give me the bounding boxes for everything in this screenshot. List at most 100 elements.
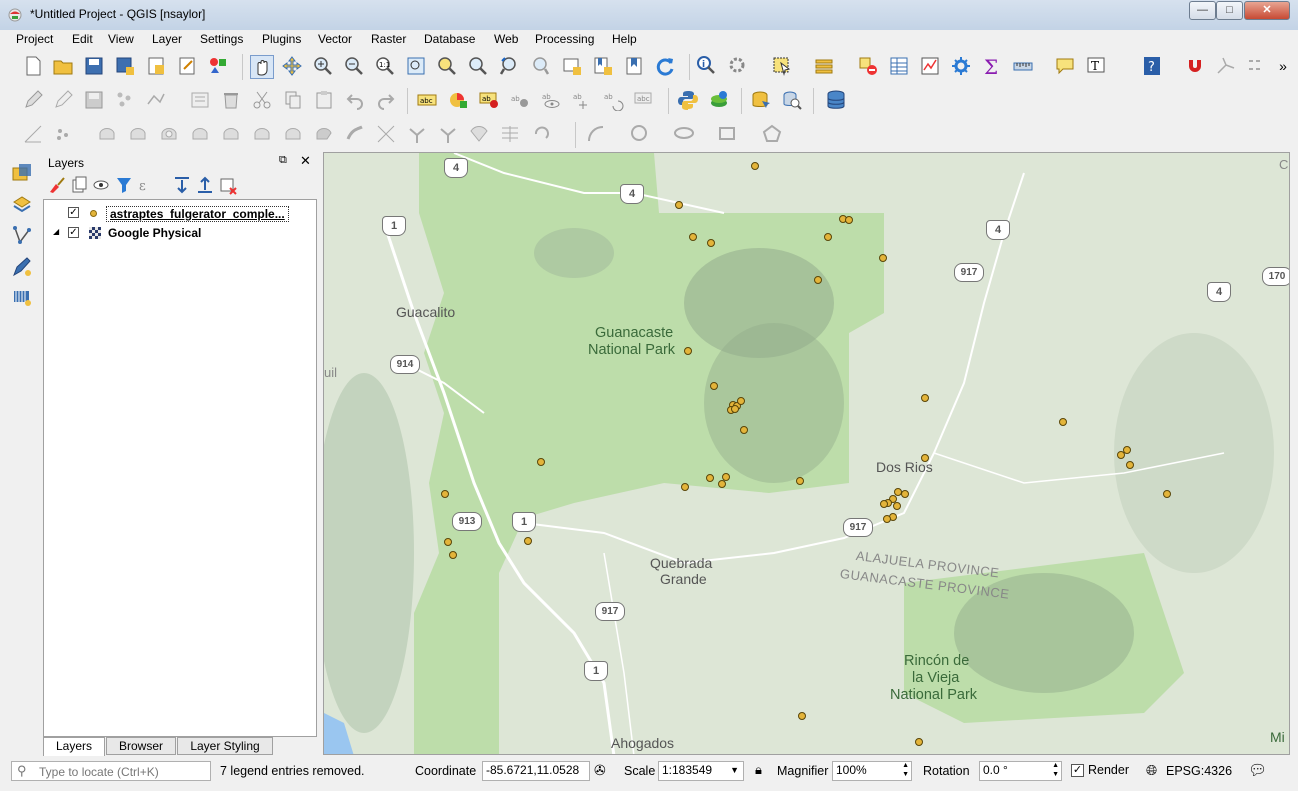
pan-to-selection-icon[interactable]	[281, 55, 303, 77]
menu-settings[interactable]: Settings	[200, 32, 243, 46]
help-icon[interactable]: ?	[1141, 55, 1163, 77]
close-button[interactable]: ✕	[1244, 1, 1290, 20]
identify-features-icon[interactable]: i	[696, 55, 718, 77]
map-canvas[interactable]: 4 4 1 4 917 170 4 914 913 1 917 917 1 Gu…	[323, 152, 1290, 755]
add-part-icon[interactable]	[189, 123, 211, 145]
extents-toggle-icon[interactable]: ✇	[594, 762, 606, 779]
current-edits-icon[interactable]	[22, 89, 44, 111]
maximize-button[interactable]: □	[1216, 1, 1243, 20]
lock-scale-icon[interactable]: 🔒︎	[755, 762, 762, 778]
menu-plugins[interactable]: Plugins	[262, 32, 301, 46]
add-ring-icon[interactable]	[158, 123, 180, 145]
rotation-spinbox[interactable]: 0.0 ° ▲ ▼	[979, 761, 1062, 781]
toolbar-overflow-icon[interactable]: »	[1272, 55, 1294, 77]
menu-processing[interactable]: Processing	[535, 32, 594, 46]
add-vector-layer-icon[interactable]	[11, 224, 33, 246]
map-tips-icon[interactable]	[1054, 55, 1076, 77]
database-icon[interactable]	[825, 89, 847, 111]
tab-layers[interactable]: Layers	[43, 737, 105, 756]
locator-search-input[interactable]: ⚲ Type to locate (Ctrl+K)	[11, 761, 211, 781]
rotate-point-symbols-icon[interactable]	[499, 123, 521, 145]
layer-row[interactable]: ◢ ✓ Google Physical	[44, 224, 316, 242]
menu-edit[interactable]: Edit	[72, 32, 93, 46]
delete-ring-icon[interactable]	[251, 123, 273, 145]
show-bookmarks-icon[interactable]	[623, 55, 645, 77]
scale-combobox[interactable]: 1:183549 ▼	[658, 761, 744, 781]
paste-features-icon[interactable]	[313, 89, 335, 111]
rotate-label-icon[interactable]: ab	[602, 89, 624, 111]
add-point-feature-icon[interactable]	[114, 89, 136, 111]
magnifier-spinbox[interactable]: 100% ▲ ▼	[832, 761, 912, 781]
zoom-last-icon[interactable]	[498, 55, 520, 77]
zoom-out-icon[interactable]	[343, 55, 365, 77]
save-as-icon[interactable]	[114, 55, 136, 77]
new-map-view-icon[interactable]	[561, 55, 583, 77]
add-ellipse-icon[interactable]	[673, 123, 695, 145]
menu-web[interactable]: Web	[494, 32, 518, 46]
reshape-features-icon[interactable]	[313, 123, 335, 145]
zoom-in-icon[interactable]	[312, 55, 334, 77]
refresh-icon[interactable]	[654, 55, 676, 77]
add-circular-string-icon[interactable]	[585, 123, 607, 145]
layer-labeling-icon[interactable]: abc	[416, 89, 438, 111]
split-parts-icon[interactable]	[406, 123, 428, 145]
filter-legend-icon[interactable]	[113, 174, 135, 196]
layer-style-icon[interactable]	[46, 174, 68, 196]
crs-globe-icon[interactable]: 🌐︎	[1146, 762, 1157, 779]
save-project-icon[interactable]	[83, 55, 105, 77]
measure-line-icon[interactable]	[1012, 55, 1034, 77]
new-shapefile-layer-icon[interactable]	[11, 256, 33, 278]
new-project-icon[interactable]	[22, 55, 44, 77]
zoom-full-icon[interactable]	[405, 55, 427, 77]
menu-project[interactable]: Project	[16, 32, 53, 46]
offset-curve-icon[interactable]	[344, 123, 366, 145]
menu-raster[interactable]: Raster	[371, 32, 406, 46]
zoom-native-icon[interactable]: 1:1	[374, 55, 396, 77]
split-features-icon[interactable]	[375, 123, 397, 145]
sql-query-icon[interactable]	[781, 89, 803, 111]
manage-visibility-icon[interactable]	[91, 174, 113, 196]
cut-features-icon[interactable]	[251, 89, 273, 111]
delete-selected-icon[interactable]	[220, 89, 242, 111]
save-layer-edits-icon[interactable]	[83, 89, 105, 111]
db-manager-icon[interactable]	[750, 89, 772, 111]
merge-features-icon[interactable]	[437, 123, 459, 145]
add-rectangle-icon[interactable]	[717, 123, 739, 145]
expand-arrow-icon[interactable]: ◢	[53, 227, 59, 236]
tab-layer-styling[interactable]: Layer Styling	[177, 737, 273, 755]
advanced-digitizing-icon[interactable]	[22, 123, 44, 145]
tab-browser[interactable]: Browser	[106, 737, 176, 755]
move-feature-icon[interactable]	[52, 123, 74, 145]
open-data-source-manager-icon[interactable]	[11, 162, 33, 184]
merge-attributes-icon[interactable]	[468, 123, 490, 145]
expand-all-icon[interactable]	[171, 174, 193, 196]
redo-icon[interactable]	[375, 89, 397, 111]
layout-manager-icon[interactable]	[176, 55, 198, 77]
metasearch-icon[interactable]	[708, 89, 730, 111]
fill-ring-icon[interactable]	[220, 123, 242, 145]
render-checkbox[interactable]: ✓	[1071, 764, 1084, 777]
snapping-magnet-icon[interactable]	[1184, 55, 1206, 77]
style-manager-icon[interactable]	[207, 55, 229, 77]
add-group-icon[interactable]	[68, 174, 90, 196]
layer-visibility-checkbox[interactable]: ✓	[68, 227, 79, 238]
open-project-icon[interactable]	[52, 55, 74, 77]
show-hide-labels-icon[interactable]: ab	[540, 89, 562, 111]
snap-intersection-icon[interactable]	[1246, 55, 1268, 77]
remove-layer-icon[interactable]	[217, 174, 239, 196]
new-geopackage-layer-icon[interactable]	[11, 286, 33, 308]
pin-labels-icon[interactable]: ab	[509, 89, 531, 111]
topology-editing-icon[interactable]	[1215, 55, 1237, 77]
float-panel-icon[interactable]: ⧉	[279, 154, 287, 167]
spin-arrows-icon[interactable]: ▲ ▼	[1052, 761, 1059, 779]
collapse-all-icon[interactable]	[194, 174, 216, 196]
text-annotation-icon[interactable]: T	[1085, 55, 1107, 77]
diagram-options-icon[interactable]	[447, 89, 469, 111]
statistical-summary-icon[interactable]: Σ	[981, 55, 1003, 77]
vertex-tool-icon[interactable]	[145, 89, 167, 111]
layer-row[interactable]: ✓ astraptes_fulgerator_comple...	[44, 204, 316, 222]
select-by-value-icon[interactable]	[813, 55, 835, 77]
move-label-icon[interactable]: ab	[571, 89, 593, 111]
crs-label[interactable]: EPSG:4326	[1166, 764, 1232, 778]
close-panel-icon[interactable]: ✕	[300, 153, 311, 169]
